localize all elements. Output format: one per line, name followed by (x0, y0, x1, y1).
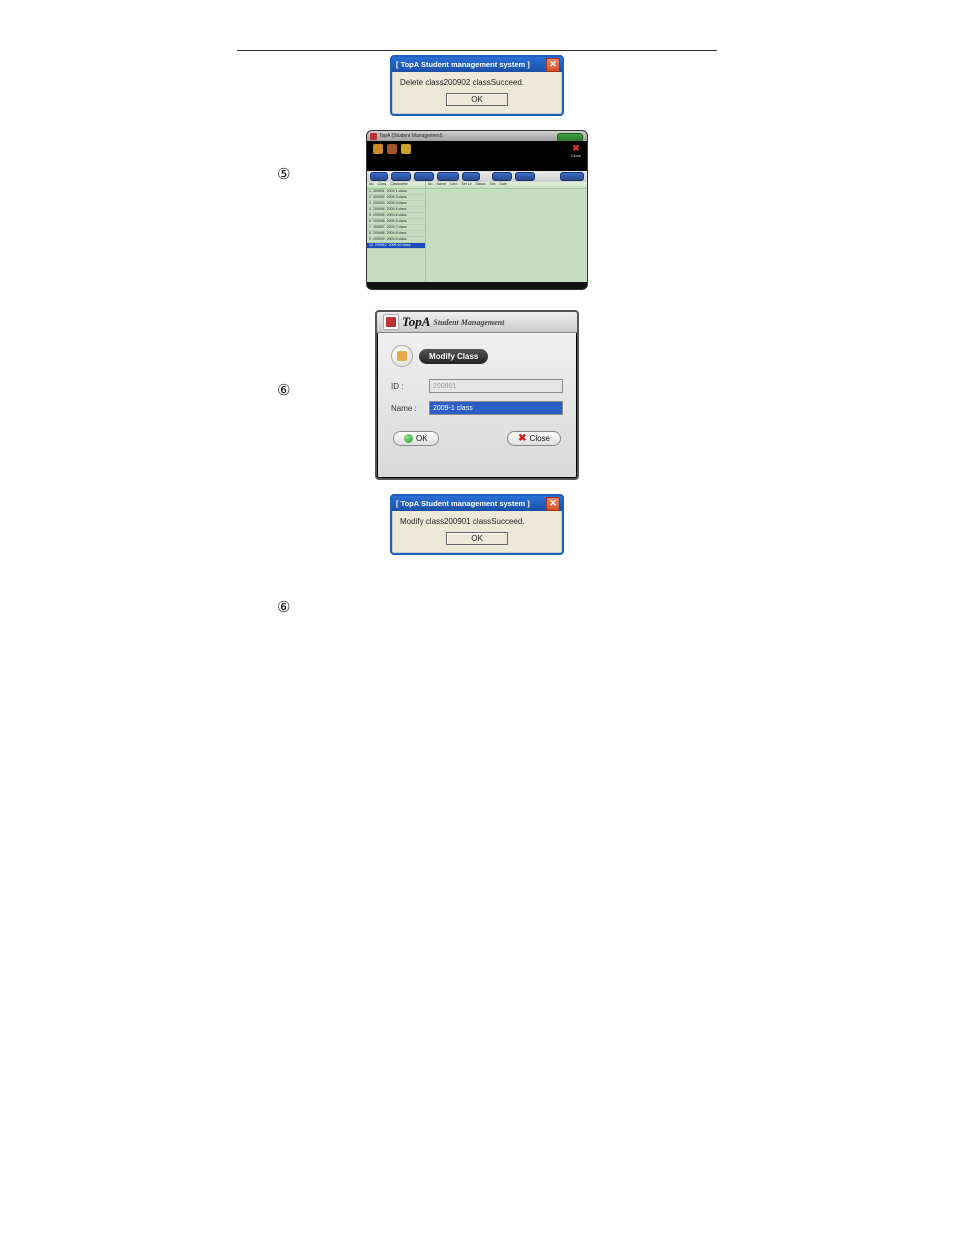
dialog-titlebar[interactable]: [ TopA Student management system ] ✕ (392, 496, 562, 511)
detail-grid-header: No Name Card Set 1# Status Sex Date (426, 182, 587, 189)
step-marker-5: ⑤ (277, 165, 290, 183)
app-title: TopA (Student Management) (379, 133, 443, 139)
name-label: Name : (391, 404, 421, 413)
col-class: Class (377, 182, 386, 188)
toolbar-btn-6[interactable] (492, 172, 512, 181)
toolbar-btn-1[interactable] (370, 172, 388, 181)
ok-button[interactable]: OK (446, 93, 508, 106)
detail-grid[interactable]: No Name Card Set 1# Status Sex Date (426, 182, 587, 282)
app-iconbar: ✖ Close (367, 141, 587, 171)
name-field[interactable]: 2009-1 class (429, 401, 563, 415)
class-list-header: No Class Classname (367, 182, 425, 189)
ok-label: OK (416, 434, 428, 443)
table-row-selected[interactable]: 10 200910 2009-10 class (367, 243, 425, 249)
app-grid: No Class Classname 1 200901 2009-1 class… (367, 182, 587, 282)
dialog-titlebar[interactable]: [ TopA Student management system ] ✕ (392, 57, 562, 72)
dialog-message: Modify class200901 classSucceed. (400, 517, 554, 526)
brand-big: TopA (402, 314, 430, 330)
toolbar-icon-a[interactable] (373, 144, 383, 154)
app-titlebar[interactable]: TopA (Student Management) (367, 131, 587, 141)
delete-success-dialog: [ TopA Student management system ] ✕ Del… (390, 55, 564, 116)
toolbar-icon-b[interactable] (387, 144, 397, 154)
app-close-button[interactable]: ✖ Close (571, 144, 581, 158)
close-x-icon: ✖ (571, 144, 581, 153)
col-no: No (369, 182, 373, 188)
top-rule (237, 50, 717, 51)
toolbar-icon-c[interactable] (401, 144, 411, 154)
toolbar-btn-4[interactable] (437, 172, 459, 181)
id-field: 200901 (429, 379, 563, 393)
class-list[interactable]: No Class Classname 1 200901 2009-1 class… (367, 182, 426, 282)
toolbar-btn-3[interactable] (414, 172, 434, 181)
topa-app-window: TopA (Student Management) ✖ Close (366, 130, 588, 290)
id-value: 200901 (433, 383, 456, 390)
step-marker-6b: ⑥ (277, 598, 290, 616)
dialog-message: Delete class200902 classSucceed. (400, 78, 554, 87)
modify-success-dialog: [ TopA Student management system ] ✕ Mod… (390, 494, 564, 555)
col-classname: Classname (390, 182, 408, 188)
dialog-title: [ TopA Student management system ] (396, 499, 530, 508)
close-icon[interactable]: ✕ (546, 58, 560, 72)
close-x-icon: ✖ (518, 434, 526, 443)
id-row: ID : 200901 (391, 379, 563, 393)
check-icon (404, 434, 413, 443)
ok-button[interactable]: OK (446, 532, 508, 545)
modify-chip-label: Modify Class (419, 349, 488, 364)
brand-small: Student Management (433, 318, 504, 327)
name-row: Name : 2009-1 class (391, 401, 563, 415)
ok-button[interactable]: OK (393, 431, 439, 446)
topa-logo-icon (370, 133, 377, 140)
toolbar-btn-5[interactable] (462, 172, 480, 181)
toolbar-btn-8[interactable] (560, 172, 584, 181)
close-button[interactable]: ✖ Close (507, 431, 561, 446)
app-button-row (367, 171, 587, 182)
home-icon (391, 345, 413, 367)
close-icon[interactable]: ✕ (546, 497, 560, 511)
modify-class-panel: TopA Student Management Modify Class ID … (375, 310, 579, 480)
topa-logo-icon (383, 314, 399, 330)
modify-chip: Modify Class (391, 345, 563, 367)
toolbar-btn-7[interactable] (515, 172, 535, 181)
app-close-label: Close (571, 153, 581, 158)
step-marker-6a: ⑥ (277, 381, 290, 399)
dialog-title: [ TopA Student management system ] (396, 60, 530, 69)
close-label: Close (530, 434, 550, 443)
name-value: 2009-1 class (433, 405, 473, 412)
modify-titlebar[interactable]: TopA Student Management (377, 312, 577, 333)
id-label: ID : (391, 382, 421, 391)
toolbar-btn-2[interactable] (391, 172, 411, 181)
